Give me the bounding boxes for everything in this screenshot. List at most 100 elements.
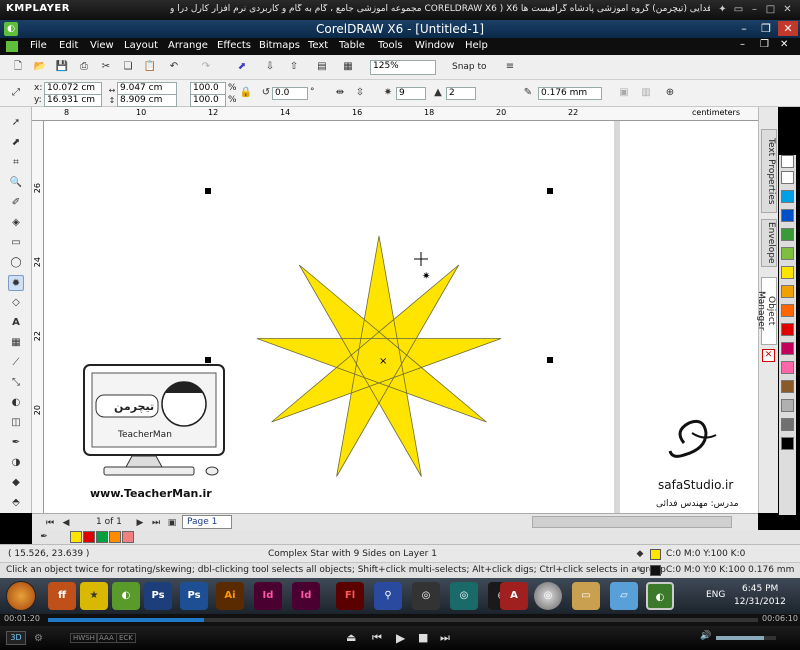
document-palette-swatch[interactable] <box>70 531 82 543</box>
add-page-icon[interactable]: ▣ <box>164 515 180 531</box>
scale-y-field[interactable]: 100.0 <box>190 94 226 107</box>
menu-table[interactable]: Table <box>339 40 365 51</box>
next-page-icon[interactable]: ▶ <box>132 515 148 531</box>
polygon-tool-icon[interactable]: ✹ <box>8 275 24 291</box>
palette-swatch[interactable] <box>781 190 794 203</box>
document-palette-swatch[interactable] <box>122 531 134 543</box>
palette-swatch[interactable] <box>781 209 794 222</box>
menu-text[interactable]: Text <box>308 40 328 51</box>
pick-tool-icon[interactable]: ➚ <box>8 115 24 131</box>
settings-icon[interactable]: ⚙ <box>34 633 43 644</box>
publish-pdf-icon[interactable]: ▤ <box>314 59 330 75</box>
print-icon[interactable]: ⎙ <box>76 59 92 75</box>
tab-text-properties[interactable]: Text Properties <box>761 129 777 213</box>
quick-customize-icon[interactable]: ⊕ <box>662 85 678 101</box>
window-restore-button[interactable]: ❐ <box>756 21 776 36</box>
crop-tool-icon[interactable]: ⌗ <box>8 155 24 171</box>
horizontal-scrollbar[interactable] <box>532 516 732 528</box>
mirror-h-icon[interactable]: ⇹ <box>332 85 348 101</box>
drawing-canvas[interactable]: × ✷ تیچرمن TeacherMan www.TeacherMan.ir … <box>44 121 758 513</box>
last-page-icon[interactable]: ⏭ <box>148 515 164 531</box>
copy-icon[interactable]: ❏ <box>120 59 136 75</box>
photoshop-icon-2[interactable]: Ps <box>180 582 208 610</box>
star-icon[interactable]: ★ <box>80 582 108 610</box>
window-minimize-button[interactable]: – <box>734 21 754 36</box>
app-icon-2[interactable]: ◎ <box>450 582 478 610</box>
menu-file[interactable]: File <box>30 40 47 51</box>
interactive-fill-icon[interactable]: ⬘ <box>8 495 24 511</box>
menu-view[interactable]: View <box>90 40 114 51</box>
document-palette-swatch[interactable] <box>109 531 121 543</box>
paste-icon[interactable]: 📋 <box>142 59 158 75</box>
start-button-icon[interactable] <box>6 581 36 611</box>
palette-swatch[interactable] <box>781 228 794 241</box>
menu-tools[interactable]: Tools <box>378 40 403 51</box>
document-palette-swatch[interactable] <box>96 531 108 543</box>
fill-tool-icon[interactable]: ◆ <box>8 475 24 491</box>
import-icon[interactable]: ⇩ <box>262 59 278 75</box>
wrap-icon[interactable]: ▣ <box>616 85 632 101</box>
zoom-tool-icon[interactable]: 🔍 <box>8 175 24 191</box>
y-position-field[interactable]: 16.931 cm <box>44 94 102 107</box>
firefox-icon[interactable]: ff <box>48 582 76 610</box>
connector-tool-icon[interactable]: ⤡ <box>8 375 24 391</box>
docker-close-icon[interactable]: ✕ <box>762 349 775 362</box>
blend-tool-icon[interactable]: ◐ <box>8 395 24 411</box>
star-points-field[interactable]: 9 <box>396 87 426 100</box>
close-icon[interactable]: ✕ <box>781 3 794 16</box>
eyedropper-tool-icon[interactable]: ✒ <box>8 435 24 451</box>
clock-date[interactable]: 12/31/2012 <box>734 597 786 607</box>
stop-icon[interactable]: ■ <box>418 631 428 644</box>
doc-icon[interactable] <box>6 41 18 52</box>
tab-envelope[interactable]: Envelope <box>761 219 777 267</box>
menu-icon[interactable]: ▭ <box>732 3 745 16</box>
volume-slider[interactable] <box>716 636 776 640</box>
zoom-select[interactable]: 125% <box>370 60 436 75</box>
mirror-v-icon[interactable]: ⇳ <box>352 85 368 101</box>
export-icon[interactable]: ⇧ <box>286 59 302 75</box>
basic-shapes-icon[interactable]: ◇ <box>8 295 24 311</box>
palette-swatch[interactable] <box>781 285 794 298</box>
clock-time[interactable]: 6:45 PM <box>742 584 778 594</box>
lock-ratio-icon[interactable]: 🔒 <box>238 85 254 101</box>
save-icon[interactable]: 💾 <box>54 59 70 75</box>
menu-effects[interactable]: Effects <box>217 40 251 51</box>
fill-swatch[interactable] <box>650 549 661 560</box>
previous-icon[interactable]: ⏮ <box>372 631 382 645</box>
notepad-icon[interactable]: ▱ <box>610 582 638 610</box>
folder-icon[interactable]: ▭ <box>572 582 600 610</box>
illustrator-icon[interactable]: Ai <box>216 582 244 610</box>
doc-close-button[interactable]: ✕ <box>780 39 788 50</box>
pin-icon[interactable]: ✦ <box>716 3 729 16</box>
options-icon[interactable]: ≡ <box>502 59 518 75</box>
app-icon[interactable]: ◎ <box>412 582 440 610</box>
rotation-field[interactable]: 0.0 <box>272 87 308 100</box>
window-close-button[interactable]: ✕ <box>778 21 798 36</box>
to-front-icon[interactable]: ▥ <box>638 85 654 101</box>
cut-icon[interactable]: ✂ <box>98 59 114 75</box>
star-tool-icon[interactable]: ✷ <box>380 85 396 101</box>
coreldraw-icon[interactable]: ◐ <box>112 582 140 610</box>
freehand-tool-icon[interactable]: ✐ <box>8 195 24 211</box>
palette-swatch[interactable] <box>781 437 794 450</box>
menu-bitmaps[interactable]: Bitmaps <box>259 40 300 51</box>
outline-swatch[interactable] <box>650 565 661 576</box>
ellipse-tool-icon[interactable]: ◯ <box>8 255 24 271</box>
indesign-icon-2[interactable]: Id <box>292 582 320 610</box>
photoshop-icon[interactable]: Ps <box>144 582 172 610</box>
palette-swatch[interactable] <box>781 418 794 431</box>
acrobat-icon[interactable]: A <box>500 582 528 610</box>
outline-pen-icon[interactable]: ◑ <box>8 455 24 471</box>
seek-track[interactable] <box>48 618 758 622</box>
transparency-tool-icon[interactable]: ◫ <box>8 415 24 431</box>
quality-label[interactable]: ECK <box>116 633 136 643</box>
play-icon[interactable]: ▶ <box>396 631 405 645</box>
eyedropper-icon[interactable]: ✒ <box>36 529 52 545</box>
language-indicator[interactable]: ENG <box>706 590 725 600</box>
eject-icon[interactable]: ⏏ <box>346 631 356 644</box>
palette-swatch[interactable] <box>781 266 794 279</box>
no-color-swatch[interactable] <box>781 155 794 168</box>
mode-3d-button[interactable]: 3D <box>6 631 26 645</box>
palette-swatch[interactable] <box>781 342 794 355</box>
horizontal-ruler[interactable]: 8 10 12 14 16 18 20 22 centimeters <box>32 107 758 121</box>
